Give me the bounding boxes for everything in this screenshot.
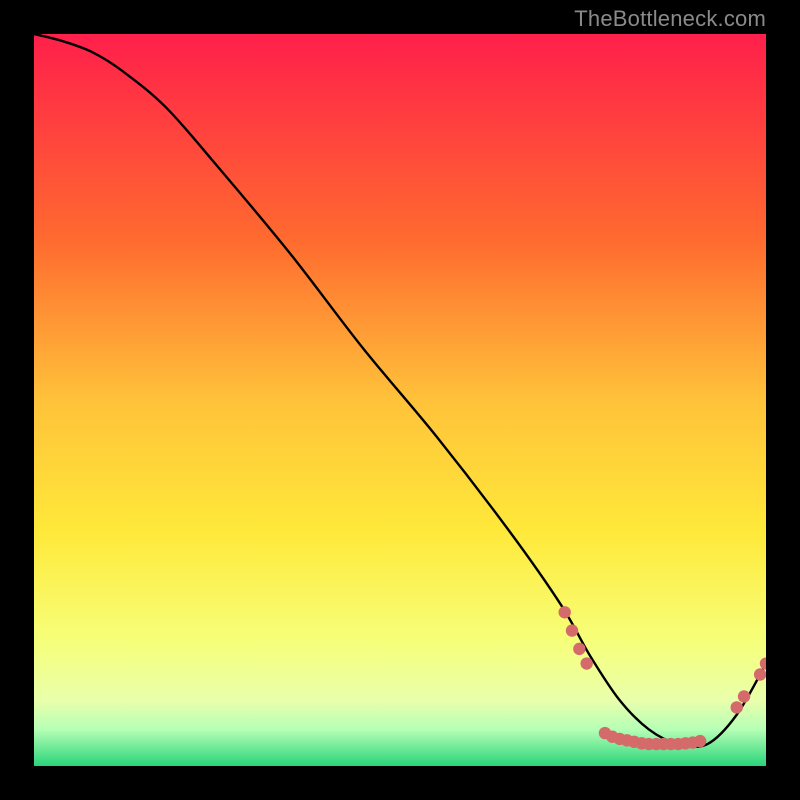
data-point — [566, 624, 578, 636]
chart-stage: TheBottleneck.com — [0, 0, 800, 800]
data-point — [754, 668, 766, 680]
data-point — [738, 690, 750, 702]
bottleneck-curve — [34, 34, 766, 747]
highlight-points — [559, 606, 767, 750]
data-point — [760, 657, 766, 669]
watermark-text: TheBottleneck.com — [574, 6, 766, 32]
data-point — [731, 701, 743, 713]
data-point — [694, 735, 706, 747]
data-point — [573, 643, 585, 655]
plot-area — [34, 34, 766, 766]
data-point — [580, 657, 592, 669]
data-point — [559, 606, 571, 618]
chart-svg — [34, 34, 766, 766]
